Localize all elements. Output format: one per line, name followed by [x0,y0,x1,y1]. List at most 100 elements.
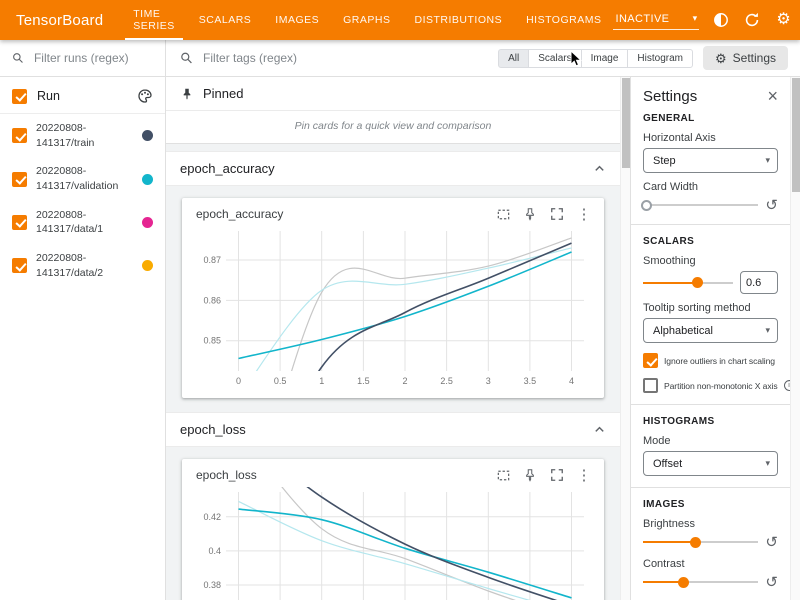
pin-icon [180,87,194,101]
more-options-icon[interactable]: ⋮ [576,206,592,222]
run-label: 20220808-141317/validation [36,164,133,193]
fullscreen-icon[interactable] [549,467,565,483]
section-header-epoch-loss[interactable]: epoch_loss [166,412,620,447]
run-checkbox[interactable] [12,215,27,230]
run-row[interactable]: 20220808-141317/data/2 [0,244,165,287]
card-title: epoch_accuracy [196,207,283,221]
smoothing-input[interactable] [740,271,778,294]
card-title: epoch_loss [196,468,257,482]
smoothing-row [643,271,778,294]
tooltip-sorting-select[interactable]: Alphabetical ▾ [643,318,778,343]
epoch-loss-chart[interactable]: 00.511.522.533.540.360.380.40.42 [190,485,590,600]
chevron-down-icon: ▾ [765,155,770,166]
filter-tags-bar: All Scalars Image Histogram ⚙ Settings [166,40,800,77]
run-color-dot [142,260,153,271]
tab-scalars[interactable]: SCALARS [187,0,264,40]
settings-scrollbar[interactable] [790,77,800,600]
ignore-outliers-checkbox[interactable] [643,353,658,368]
pinned-section-header: Pinned [166,77,620,111]
horizontal-axis-select[interactable]: Step ▾ [643,148,778,173]
contrast-slider[interactable] [643,574,758,590]
toggle-all[interactable]: All [498,49,529,68]
svg-text:1: 1 [319,376,324,386]
filter-tags-input[interactable] [201,50,488,66]
contrast-row: ↺ [643,574,778,590]
histogram-mode-label: Mode [643,435,778,447]
fullscreen-icon[interactable] [549,206,565,222]
run-checkbox[interactable] [12,172,27,187]
refresh-icon[interactable] [743,11,761,29]
filter-runs-input[interactable] [32,50,153,66]
smoothing-slider[interactable] [643,275,733,291]
svg-text:2: 2 [402,376,407,386]
reset-icon[interactable]: ↺ [765,535,778,550]
settings-panel-title: Settings [643,88,697,105]
tag-type-toggle-group: All Scalars Image Histogram [498,49,693,68]
tab-histograms[interactable]: HISTOGRAMS [514,0,613,40]
tab-distributions[interactable]: DISTRIBUTIONS [402,0,514,40]
palette-icon[interactable] [137,88,153,104]
card-width-label: Card Width [643,181,778,193]
reload-status-dropdown[interactable]: INACTIVE ▾ [613,11,699,30]
toggle-image[interactable]: Image [581,49,629,68]
chevron-up-icon[interactable] [593,162,606,175]
contrast-icon[interactable] [712,11,730,29]
reload-status-value: INACTIVE [615,13,669,25]
toggle-histogram[interactable]: Histogram [627,49,693,68]
horizontal-axis-value: Step [653,155,676,167]
svg-text:0.4: 0.4 [208,546,221,556]
run-color-dot [142,217,153,228]
main-scrollbar-thumb[interactable] [622,78,630,168]
section-title: epoch_loss [180,422,246,437]
svg-text:0.5: 0.5 [274,376,287,386]
run-checkbox[interactable] [12,128,27,143]
partition-x-axis-label: Partition non-monotonic X axis [664,381,778,391]
tab-graphs[interactable]: GRAPHS [331,0,402,40]
pin-card-icon[interactable] [522,206,538,222]
chevron-down-icon: ▾ [765,325,770,336]
right-column: All Scalars Image Histogram ⚙ Settings [166,40,800,600]
settings-button[interactable]: ⚙ Settings [703,46,788,70]
divider [631,487,790,488]
section-title: epoch_accuracy [180,161,275,176]
settings-panel-header: Settings × [643,87,778,105]
partition-x-axis-checkbox[interactable] [643,378,658,393]
toggle-scalars[interactable]: Scalars [528,49,581,68]
svg-text:1.5: 1.5 [357,376,370,386]
run-row[interactable]: 20220808-141317/validation [0,157,165,200]
epoch-accuracy-chart[interactable]: 00.511.522.533.540.850.860.87 [190,224,590,396]
svg-text:0.87: 0.87 [203,255,221,265]
reset-icon[interactable]: ↺ [765,575,778,590]
filter-runs-row [0,40,165,77]
pin-card-icon[interactable] [522,467,538,483]
more-options-icon[interactable]: ⋮ [576,467,592,483]
divider [631,404,790,405]
smoothing-label: Smoothing [643,255,778,267]
zoom-select-icon[interactable] [495,467,511,483]
run-checkbox[interactable] [12,258,27,273]
select-all-runs-checkbox[interactable] [12,89,27,104]
tab-images[interactable]: IMAGES [263,0,331,40]
settings-scrollbar-thumb[interactable] [792,78,800,192]
horizontal-axis-label: Horizontal Axis [643,132,778,144]
histogram-mode-value: Offset [653,458,682,470]
main-scrollbar[interactable] [620,77,630,600]
run-row[interactable]: 20220808-141317/train [0,114,165,157]
settings-gear-icon[interactable]: ⚙ [774,11,792,29]
runs-sidebar: Run 20220808-141317/train 20220808-14131… [0,40,166,600]
zoom-select-icon[interactable] [495,206,511,222]
run-row[interactable]: 20220808-141317/data/1 [0,201,165,244]
chevron-up-icon[interactable] [593,423,606,436]
reset-icon[interactable]: ↺ [765,198,778,213]
histogram-mode-select[interactable]: Offset ▾ [643,451,778,476]
cards-scroll-content: Pinned Pin cards for a quick view and co… [166,77,620,600]
brightness-slider[interactable] [643,534,758,550]
card-area: epoch_loss ⋮ 00.511.522.533.540.360.380.… [166,447,620,600]
tab-time-series[interactable]: TIME SERIES [121,0,187,40]
app-body: Run 20220808-141317/train 20220808-14131… [0,40,800,600]
section-header-epoch-accuracy[interactable]: epoch_accuracy [166,151,620,186]
tooltip-sorting-value: Alphabetical [653,325,713,337]
card-actions: ⋮ [495,467,592,483]
close-icon[interactable]: × [767,87,778,105]
card-width-slider[interactable] [643,197,758,213]
